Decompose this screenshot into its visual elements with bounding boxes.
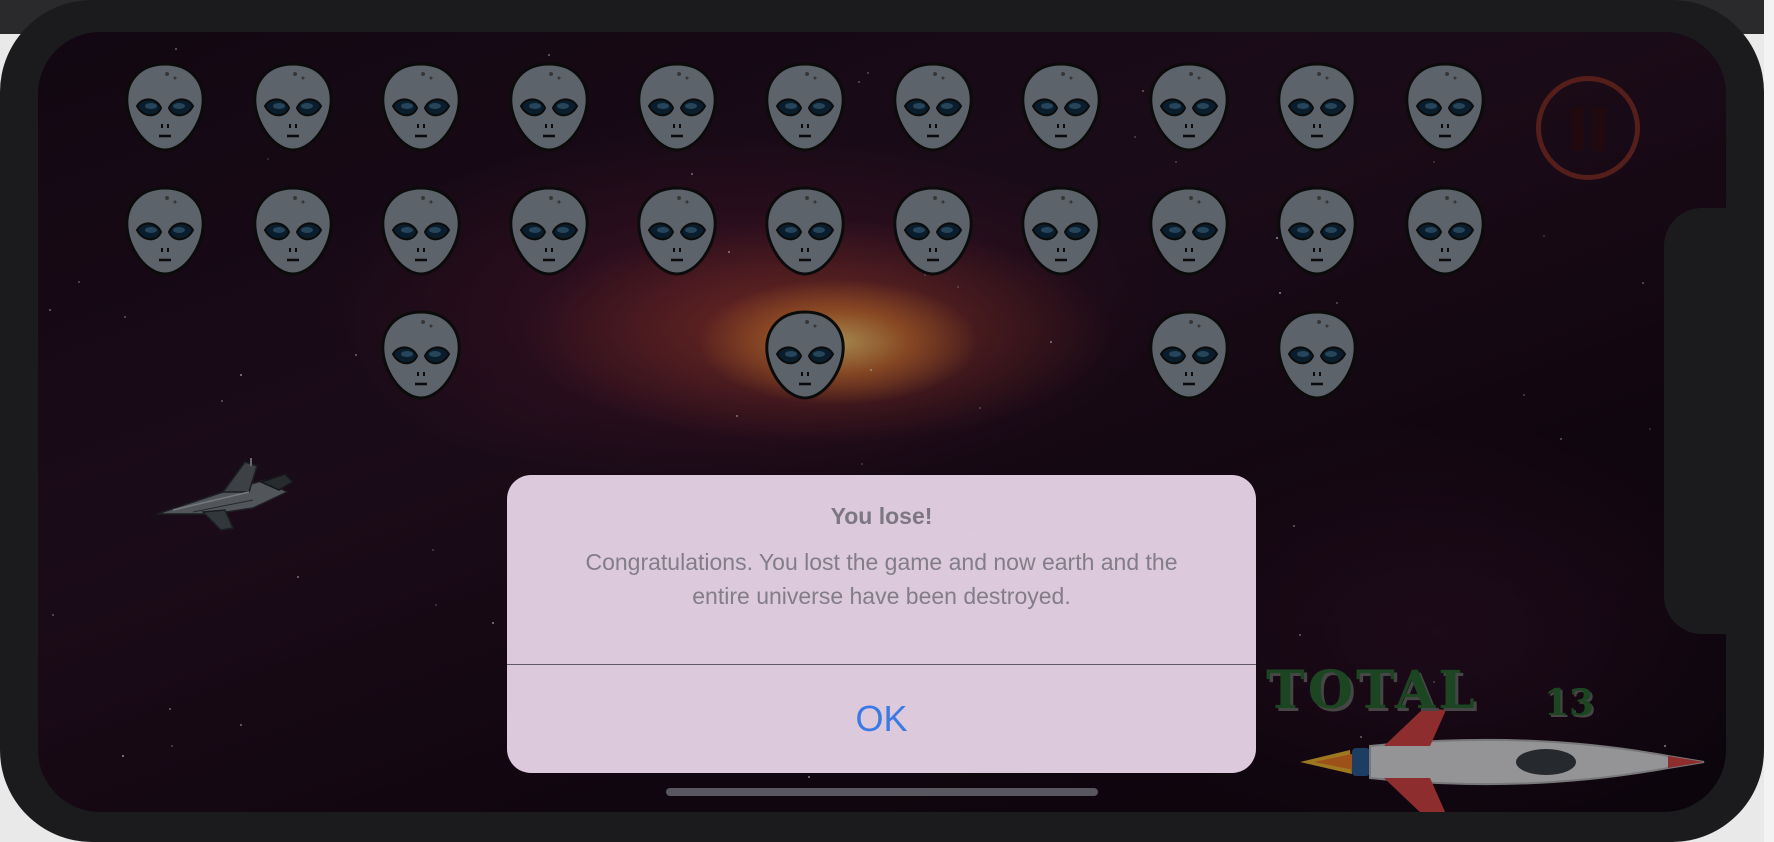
alert-message: Congratulations. You lost the game and n… xyxy=(547,545,1216,613)
phone-frame: TOTAL 13 You lose! Congratulations. You … xyxy=(0,0,1774,842)
ok-button[interactable]: OK xyxy=(507,665,1256,773)
home-indicator[interactable] xyxy=(666,788,1098,796)
alert-message-line-1: Congratulations. You lost the game and n… xyxy=(585,549,1178,575)
phone-notch xyxy=(1664,208,1764,634)
alert-message-line-2: entire universe have been destroyed. xyxy=(692,583,1071,609)
alert-dialog: You lose! Congratulations. You lost the … xyxy=(507,475,1256,773)
alert-title: You lose! xyxy=(830,503,933,529)
game-screen[interactable]: TOTAL 13 You lose! Congratulations. You … xyxy=(38,32,1726,812)
window-edge xyxy=(1764,0,1774,842)
